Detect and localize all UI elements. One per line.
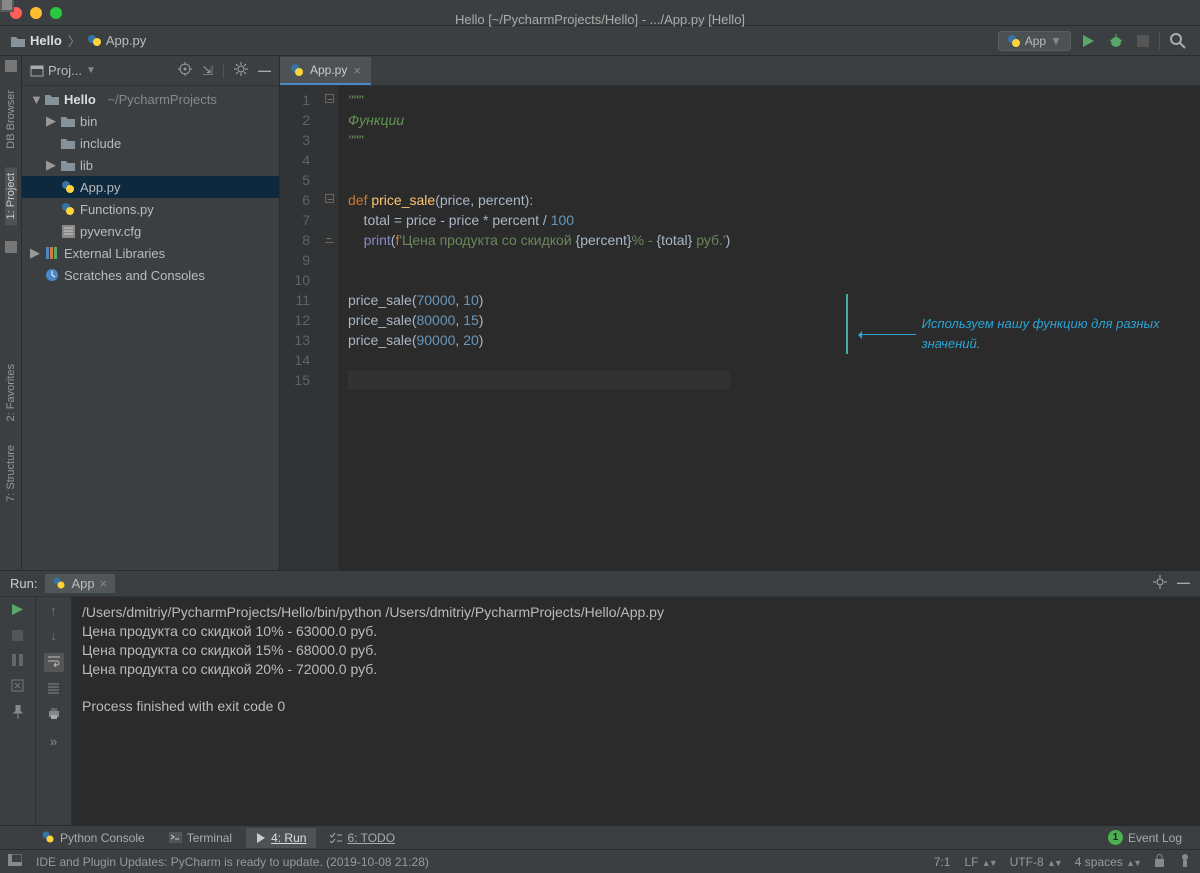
print-icon[interactable] — [47, 707, 61, 723]
exit-icon[interactable] — [11, 679, 24, 695]
tree-file-app[interactable]: App.py — [22, 176, 279, 198]
tree-folder-lib[interactable]: ▶lib — [22, 154, 279, 176]
lock-icon[interactable] — [1154, 854, 1165, 870]
hide-panel-icon[interactable]: — — [1177, 575, 1190, 592]
navigation-bar: Hello 〉 App.py App ▼ — [0, 26, 1200, 56]
tree-file-functions[interactable]: Functions.py — [22, 198, 279, 220]
code-annotation: Используем нашу функцию для разных значе… — [860, 314, 1200, 354]
soft-wrap-icon[interactable] — [44, 653, 64, 672]
close-tab-icon[interactable]: × — [353, 63, 361, 78]
editor-tab-app[interactable]: App.py × — [280, 57, 371, 85]
python-console-tab[interactable]: Python Console — [32, 828, 155, 848]
expand-all-icon[interactable]: ⇲ — [202, 63, 213, 79]
more-icon[interactable]: » — [50, 733, 58, 749]
tree-folder-include[interactable]: include — [22, 132, 279, 154]
line-gutter: 123456789101112131415 — [280, 86, 324, 570]
settings-icon[interactable] — [234, 62, 248, 79]
python-icon — [1007, 34, 1021, 48]
arrow-icon — [860, 334, 916, 335]
window-title: Hello [~/PycharmProjects/Hello] - .../Ap… — [0, 0, 1200, 27]
tree-external-libraries[interactable]: ▶External Libraries — [22, 242, 279, 264]
tree-file-cfg[interactable]: pyvenv.cfg — [22, 220, 279, 242]
run-action-bar — [0, 597, 36, 825]
pause-icon[interactable] — [12, 654, 23, 669]
close-tab-icon[interactable]: × — [100, 576, 108, 591]
code-editor[interactable]: 123456789101112131415 """ Функции """ de… — [280, 86, 1200, 570]
file-encoding[interactable]: UTF-8 ▲▼ — [1010, 855, 1061, 869]
python-icon — [53, 577, 66, 590]
run-button[interactable] — [1077, 30, 1099, 52]
python-file-icon — [290, 63, 304, 77]
run-tool-window: Run: App × — ↑ ↓ » /Users/dmitriy/Pychar… — [0, 570, 1200, 825]
code-content[interactable]: """ Функции """ def price_sale(price, pe… — [338, 86, 730, 570]
project-icon — [30, 64, 44, 78]
settings-icon[interactable] — [1153, 575, 1167, 592]
python-file-icon — [87, 33, 102, 48]
tool-windows-icon[interactable] — [8, 854, 22, 869]
project-panel-header: Proj... ▼ ⇲ — — [22, 56, 279, 86]
run-tab[interactable]: App × — [45, 574, 115, 593]
up-icon[interactable]: ↑ — [50, 603, 57, 618]
left-tool-strip: DB Browser 1: Project 2: Favorites 7: St… — [0, 56, 22, 570]
project-tool-window: Proj... ▼ ⇲ — ▼Hello ~/PycharmProjects ▶… — [22, 56, 280, 570]
db-browser-icon[interactable] — [5, 60, 17, 72]
project-view-selector[interactable]: Proj... ▼ — [30, 63, 96, 78]
project-tree: ▼Hello ~/PycharmProjects ▶bin include ▶l… — [22, 86, 279, 570]
rerun-icon[interactable] — [11, 603, 24, 619]
editor-area: App.py × 123456789101112131415 """ Функц… — [280, 56, 1200, 570]
fold-gutter[interactable] — [324, 86, 338, 570]
project-tab[interactable]: 1: Project — [5, 167, 17, 225]
debug-button[interactable] — [1105, 30, 1127, 52]
run-tab-bottom[interactable]: 4: Run — [246, 828, 316, 848]
status-message: IDE and Plugin Updates: PyCharm is ready… — [36, 855, 429, 869]
close-window-icon[interactable] — [10, 7, 22, 19]
terminal-tab[interactable]: Terminal — [159, 828, 242, 848]
indent-settings[interactable]: 4 spaces ▲▼ — [1075, 855, 1140, 869]
locate-icon[interactable] — [178, 62, 192, 79]
stop-button[interactable] — [1133, 31, 1153, 51]
title-bar: Hello [~/PycharmProjects/Hello] - .../Ap… — [0, 0, 1200, 26]
scroll-to-end-icon[interactable] — [47, 682, 60, 697]
maximize-window-icon[interactable] — [50, 7, 62, 19]
search-everywhere-button[interactable] — [1166, 29, 1190, 53]
hide-panel-icon[interactable]: — — [258, 63, 271, 78]
todo-tab[interactable]: 6: TODO — [320, 828, 405, 848]
down-icon[interactable]: ↓ — [50, 628, 57, 643]
run-configuration-selector[interactable]: App ▼ — [998, 31, 1071, 51]
run-panel-header: Run: App × — — [0, 571, 1200, 597]
editor-tabs: App.py × — [280, 56, 1200, 86]
inspector-icon[interactable] — [1179, 853, 1192, 870]
tree-root[interactable]: ▼Hello ~/PycharmProjects — [22, 88, 279, 110]
run-panel-title: Run: — [10, 576, 37, 591]
line-ending[interactable]: LF ▲▼ — [964, 855, 995, 869]
status-bar: IDE and Plugin Updates: PyCharm is ready… — [0, 849, 1200, 873]
cursor-position[interactable]: 7:1 — [934, 855, 951, 869]
favorites-tab[interactable]: 2: Favorites — [5, 358, 17, 427]
bracket-marker — [846, 294, 848, 354]
console-action-bar: ↑ ↓ » — [36, 597, 72, 825]
breadcrumb-project[interactable]: Hello — [10, 33, 62, 48]
chevron-right-icon: 〉 — [68, 31, 81, 50]
pin-icon[interactable] — [12, 705, 24, 722]
bottom-tool-bar: Python Console Terminal 4: Run 6: TODO 1… — [0, 825, 1200, 849]
event-log-tab[interactable]: 1Event Log — [1098, 827, 1192, 848]
stop-icon[interactable] — [12, 629, 23, 644]
console-output[interactable]: /Users/dmitriy/PycharmProjects/Hello/bin… — [72, 597, 1200, 825]
tree-scratches[interactable]: Scratches and Consoles — [22, 264, 279, 286]
tool-icon[interactable] — [5, 241, 17, 253]
breadcrumb-file[interactable]: App.py — [87, 33, 146, 48]
tree-folder-bin[interactable]: ▶bin — [22, 110, 279, 132]
db-browser-tab[interactable]: DB Browser — [5, 84, 17, 155]
folder-icon — [10, 34, 26, 48]
structure-tab[interactable]: 7: Structure — [5, 439, 17, 508]
minimize-window-icon[interactable] — [30, 7, 42, 19]
